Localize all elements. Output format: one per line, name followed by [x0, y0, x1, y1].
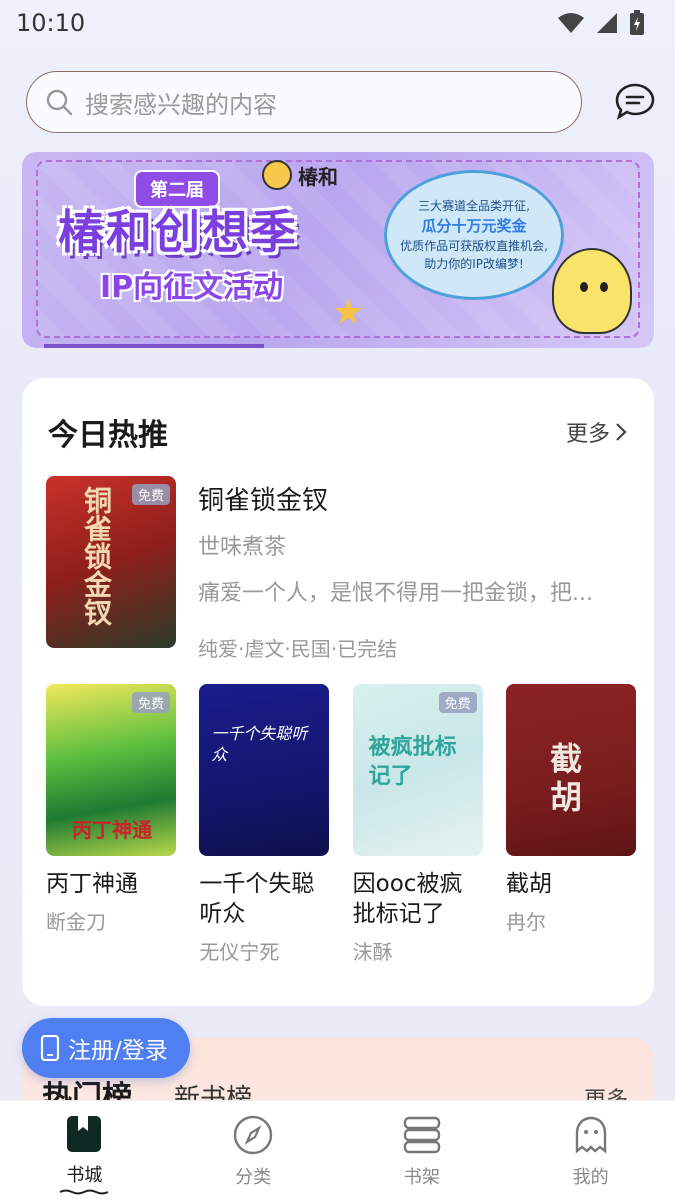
- book-title: 铜雀锁金钗: [198, 486, 329, 516]
- cover-text: 截胡: [549, 740, 582, 817]
- status-bar: 10:10: [0, 0, 675, 46]
- book-title: 丙丁神通: [46, 871, 138, 897]
- free-tag: 免费: [131, 692, 170, 713]
- book-cover[interactable]: 铜雀锁金钗 免费: [46, 476, 176, 648]
- section-title: 今日热推: [48, 418, 168, 453]
- bookshelf-icon: [403, 1116, 441, 1154]
- more-label: 更多: [565, 422, 610, 447]
- status-time: 10:10: [16, 9, 86, 37]
- star-icon: ★: [332, 292, 365, 333]
- book-author: 世味煮茶: [198, 535, 287, 560]
- cover-text: 一千个失聪听众: [211, 724, 308, 764]
- nav-item-home[interactable]: 书城: [0, 1101, 169, 1200]
- cover-text: 被疯批标记了: [368, 735, 457, 789]
- search-input[interactable]: 搜索感兴趣的内容: [26, 71, 582, 133]
- book-title: 因ooc被疯批标记了: [352, 871, 463, 927]
- free-tag: 免费: [131, 484, 170, 505]
- book-card[interactable]: 丙丁神通 免费 丙丁神通 断金刀: [46, 684, 176, 984]
- ghost-profile-icon: [575, 1116, 606, 1154]
- cover-text: 丙丁神通: [72, 818, 152, 842]
- bubble-line-1: 三大赛道全品类开征,: [418, 198, 530, 213]
- bookstore-icon: [67, 1116, 102, 1152]
- nav-label-shelf: 书架: [403, 1167, 440, 1188]
- more-link[interactable]: 更多: [566, 416, 628, 448]
- book-cover[interactable]: 一千个失聪听众: [199, 684, 330, 856]
- card-header: 今日热推 更多: [48, 410, 628, 454]
- brand-name: 椿和: [298, 164, 338, 189]
- book-description: 痛爱一个人，是恨不得用一把金锁，把...: [198, 581, 593, 606]
- book-author: 断金刀: [46, 909, 106, 934]
- nav-label-home: 书城: [66, 1165, 103, 1186]
- nav-item-category[interactable]: 分类: [169, 1101, 338, 1200]
- active-indicator: [59, 1189, 109, 1195]
- battery-icon: [630, 10, 644, 35]
- nav-label-category: 分类: [235, 1167, 272, 1188]
- featured-book[interactable]: 铜雀锁金钗 免费 铜雀锁金钗 世味煮茶 痛爱一个人，是恨不得用一把金锁，把...…: [46, 476, 636, 661]
- book-author: 沫酥: [352, 939, 393, 964]
- wifi-icon: [558, 13, 584, 33]
- book-card[interactable]: 被疯批标记了 免费 因ooc被疯批标记了 沫酥: [352, 684, 483, 984]
- bubble-line-2: 瓜分十万元奖金: [421, 216, 527, 235]
- banner-page-indicator: [44, 344, 264, 348]
- mascot-image: [552, 248, 632, 334]
- free-tag: 免费: [438, 692, 477, 713]
- login-label: 注册/登录: [68, 1038, 168, 1064]
- cover-text: 铜雀锁金钗: [80, 486, 113, 626]
- book-title: 一千个失聪听众: [199, 871, 315, 927]
- message-icon[interactable]: [614, 82, 656, 122]
- book-grid: 丙丁神通 免费 丙丁神通 断金刀 一千个失聪听众 一千个失聪听众 无仪宁死 被疯…: [46, 684, 636, 984]
- book-author: 无仪宁死: [199, 939, 280, 964]
- bubble-line-3: 优质作品可获版权直推机会,: [400, 239, 548, 254]
- search-row: 搜索感兴趣的内容: [26, 70, 656, 134]
- search-placeholder: 搜索感兴趣的内容: [85, 90, 277, 119]
- nav-item-shelf[interactable]: 书架: [338, 1101, 507, 1200]
- banner-title: 椿和创想季: [58, 205, 298, 259]
- book-cover[interactable]: 截胡: [505, 684, 636, 856]
- search-icon: [46, 89, 73, 116]
- book-card[interactable]: 一千个失聪听众 一千个失聪听众 无仪宁死: [199, 684, 330, 984]
- login-button[interactable]: 注册/登录: [22, 1018, 190, 1078]
- bottom-nav: 书城 分类 书架 我的: [0, 1100, 675, 1200]
- book-title: 截胡: [505, 871, 552, 897]
- banner-subtitle: IP向征文活动: [100, 270, 284, 305]
- signal-icon: [597, 13, 617, 33]
- book-tags: 纯爱·虐文·民国·已完结: [198, 637, 398, 661]
- phone-icon: [40, 1035, 60, 1061]
- promo-banner[interactable]: 第二届 椿和 椿和创想季 IP向征文活动 ★ 三大赛道全品类开征, 瓜分十万元奖…: [22, 152, 654, 348]
- chevron-right-icon: [616, 423, 627, 441]
- featured-info: 铜雀锁金钗 世味煮茶 痛爱一个人，是恨不得用一把金锁，把... 纯爱·虐文·民国…: [198, 480, 628, 662]
- brand-logo-icon: [262, 160, 292, 190]
- book-card[interactable]: 截胡 截胡 冉尔: [505, 684, 636, 984]
- book-cover[interactable]: 被疯批标记了 免费: [352, 684, 483, 856]
- book-author: 冉尔: [505, 909, 546, 934]
- status-icons: [557, 10, 645, 36]
- compass-icon: [233, 1115, 273, 1155]
- nav-label-mine: 我的: [572, 1167, 609, 1188]
- book-cover[interactable]: 丙丁神通 免费: [46, 684, 176, 856]
- bubble-line-4: 助力你的IP改编梦!: [424, 257, 524, 272]
- today-hot-card: 今日热推 更多 铜雀锁金钗 免费 铜雀锁金钗 世味煮茶 痛爱一个人，是恨不得用一…: [22, 378, 654, 1006]
- nav-item-mine[interactable]: 我的: [506, 1101, 675, 1200]
- banner-bubble: 三大赛道全品类开征, 瓜分十万元奖金 优质作品可获版权直推机会, 助力你的IP改…: [384, 170, 564, 300]
- banner-brand: 椿和: [262, 160, 338, 190]
